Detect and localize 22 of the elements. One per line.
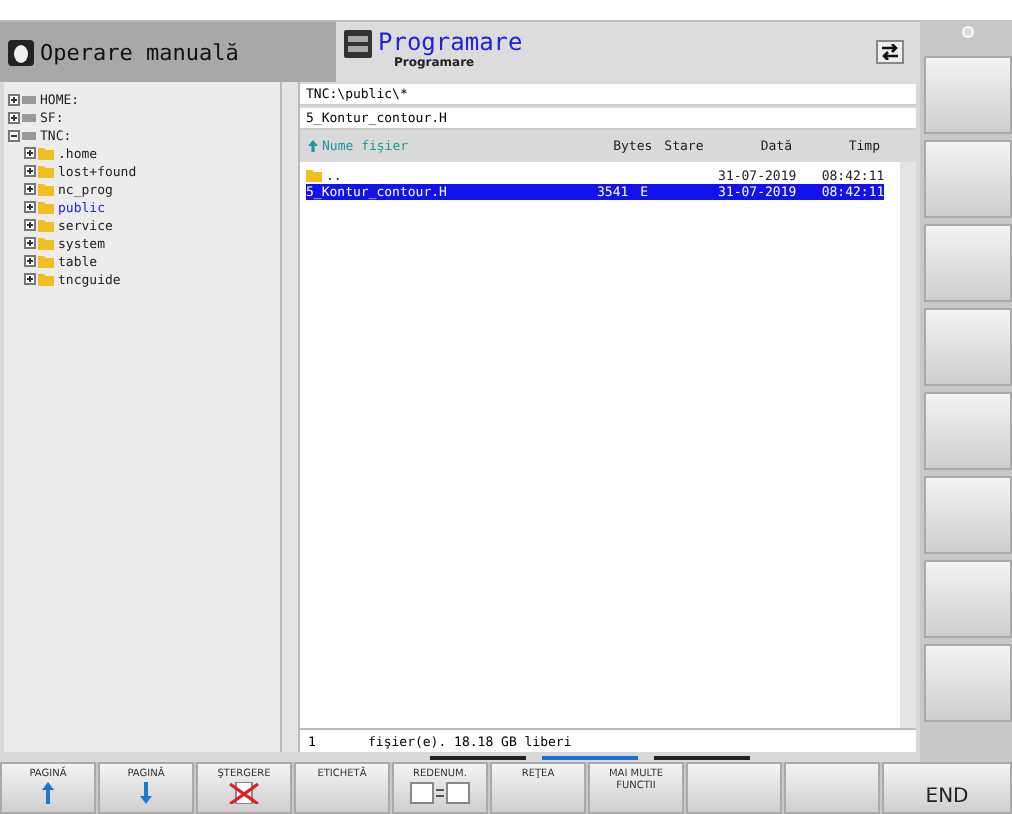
program-icon: [344, 30, 372, 58]
end-button[interactable]: END: [882, 762, 1012, 814]
delete-file-icon: [228, 782, 260, 804]
sort-arrow-icon: [308, 140, 318, 152]
hand-icon: [8, 39, 34, 65]
side-softkey[interactable]: [924, 140, 1012, 218]
softkey[interactable]: [784, 762, 880, 814]
side-softkey[interactable]: [924, 644, 1012, 722]
scrollbar[interactable]: [282, 82, 300, 752]
rename-files-icon: [410, 782, 470, 804]
side-softkey[interactable]: [924, 56, 1012, 134]
side-softkey[interactable]: [924, 476, 1012, 554]
arrow-down-icon: [140, 782, 152, 804]
mode-tab[interactable]: Operare manuală: [0, 22, 336, 82]
switch-button[interactable]: [876, 40, 905, 64]
side-softkey[interactable]: [924, 308, 1012, 386]
sun-icon: [962, 26, 975, 38]
side-softkey[interactable]: [924, 392, 1012, 470]
side-softkey[interactable]: [924, 560, 1012, 638]
side-softkey[interactable]: [924, 224, 1012, 302]
softkey[interactable]: [686, 762, 782, 814]
arrow-up-icon: [42, 782, 54, 804]
